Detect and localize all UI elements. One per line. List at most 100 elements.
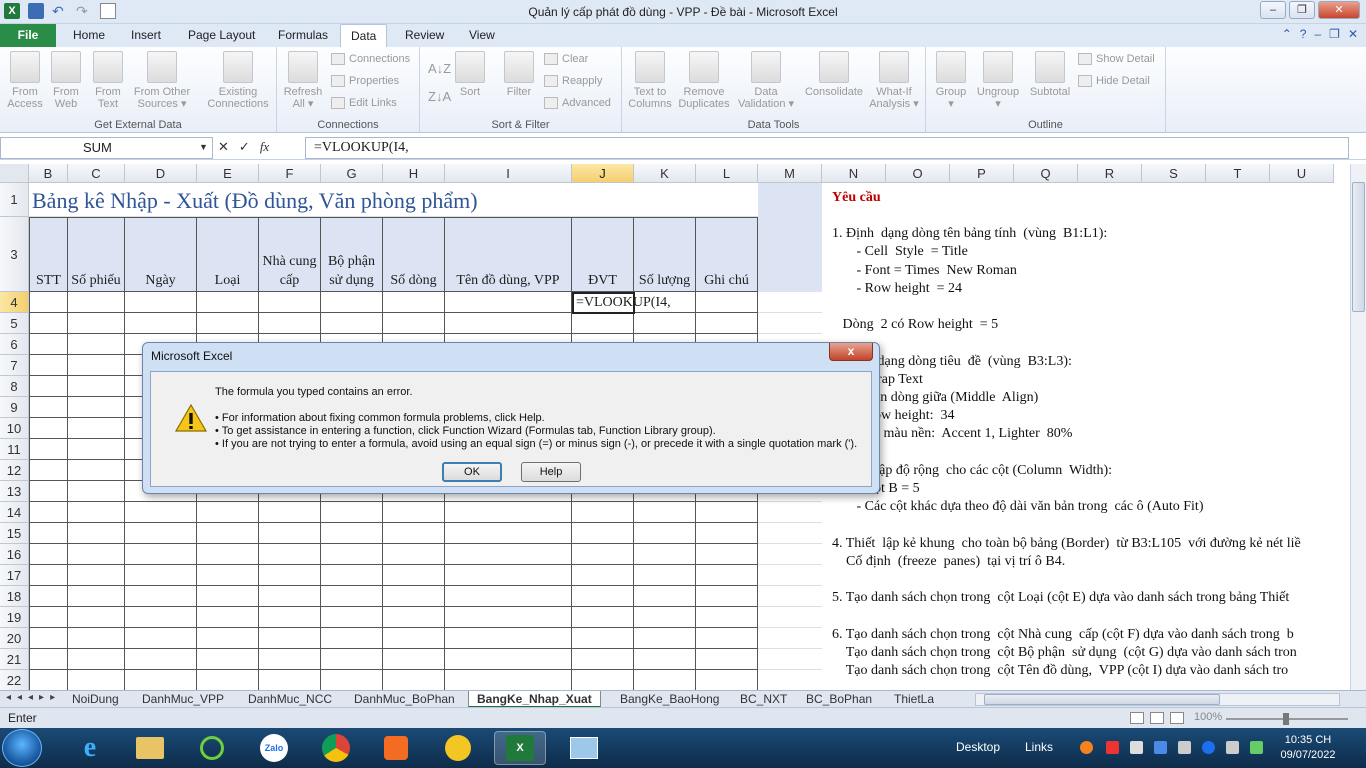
start-button[interactable] xyxy=(2,729,42,767)
table-cell[interactable] xyxy=(259,313,321,334)
table-cell[interactable] xyxy=(696,544,758,565)
table-cell[interactable] xyxy=(321,670,383,690)
table-cell[interactable] xyxy=(696,670,758,690)
table-cell[interactable] xyxy=(68,670,125,690)
help-icon[interactable]: ? xyxy=(1300,27,1307,41)
row-header-15[interactable]: 15 xyxy=(0,523,29,544)
table-cell[interactable] xyxy=(445,544,572,565)
row-header-4[interactable]: 4 xyxy=(0,292,29,313)
table-cell[interactable] xyxy=(29,481,68,502)
row-header-5[interactable]: 5 xyxy=(0,313,29,334)
tray-desktop-toolbar[interactable]: Desktop xyxy=(956,740,1000,754)
zoom-slider-knob[interactable] xyxy=(1283,713,1289,725)
column-header-p[interactable]: P xyxy=(950,164,1014,183)
row-header-13[interactable]: 13 xyxy=(0,481,29,502)
excel-taskbar-icon[interactable]: X xyxy=(494,731,546,765)
sheet-tab-bangke-baohong[interactable]: BangKe_BaoHong xyxy=(612,691,727,708)
table-cell[interactable] xyxy=(68,523,125,544)
table-cell[interactable] xyxy=(68,586,125,607)
normal-view-icon[interactable] xyxy=(1130,712,1144,724)
close-button[interactable]: ✕ xyxy=(1318,1,1360,19)
workbook-minimize-icon[interactable]: – xyxy=(1314,27,1321,41)
table-cell[interactable] xyxy=(634,544,696,565)
requirements-textbox[interactable]: Yêu cầu 1. Định dạng dòng tên bảng tính … xyxy=(822,183,1350,690)
column-header-s[interactable]: S xyxy=(1142,164,1206,183)
enter-entry-icon[interactable]: ✓ xyxy=(239,139,250,155)
table-cell[interactable] xyxy=(634,565,696,586)
table-cell[interactable] xyxy=(572,607,634,628)
table-cell[interactable] xyxy=(445,313,572,334)
table-cell[interactable] xyxy=(445,649,572,670)
ok-button[interactable]: OK xyxy=(442,462,502,482)
table-cell[interactable] xyxy=(29,397,68,418)
table-cell[interactable] xyxy=(383,607,445,628)
table-cell[interactable] xyxy=(321,607,383,628)
table-cell[interactable] xyxy=(125,607,197,628)
cancel-entry-icon[interactable]: ✕ xyxy=(218,139,229,155)
table-cell[interactable] xyxy=(383,523,445,544)
table-cell[interactable] xyxy=(125,292,197,313)
table-cell[interactable] xyxy=(321,502,383,523)
properties-button[interactable]: Properties xyxy=(331,75,399,87)
row-header-9[interactable]: 9 xyxy=(0,397,29,418)
table-cell[interactable] xyxy=(445,607,572,628)
edit-links-button[interactable]: Edit Links xyxy=(331,97,397,109)
table-cell[interactable] xyxy=(125,670,197,690)
table-cell[interactable] xyxy=(383,544,445,565)
table-cell[interactable] xyxy=(29,502,68,523)
table-cell[interactable] xyxy=(259,544,321,565)
column-header-d[interactable]: D xyxy=(125,164,197,183)
what-if-analysis-button[interactable]: What-If Analysis ▾ xyxy=(868,51,920,110)
table-cell[interactable] xyxy=(696,292,758,313)
column-header-b[interactable]: B xyxy=(29,164,68,183)
table-cell[interactable] xyxy=(197,586,259,607)
table-cell[interactable] xyxy=(696,523,758,544)
table-cell[interactable] xyxy=(696,649,758,670)
table-cell[interactable] xyxy=(572,502,634,523)
table-cell[interactable] xyxy=(259,502,321,523)
table-cell[interactable] xyxy=(634,628,696,649)
table-cell[interactable] xyxy=(572,586,634,607)
minimize-button[interactable]: – xyxy=(1260,1,1286,19)
table-cell[interactable] xyxy=(125,523,197,544)
select-all-corner[interactable] xyxy=(0,164,29,183)
name-box-dropdown-icon[interactable]: ▼ xyxy=(199,142,208,152)
from-text-button[interactable]: From Text xyxy=(90,51,126,110)
table-header-cell[interactable]: Loại xyxy=(197,217,259,292)
table-cell[interactable] xyxy=(68,502,125,523)
usb-icon[interactable] xyxy=(1130,741,1143,754)
refresh-all-button[interactable]: Refresh All ▾ xyxy=(283,51,323,110)
page-layout-view-icon[interactable] xyxy=(1150,712,1164,724)
reapply-button[interactable]: Reapply xyxy=(544,75,602,87)
restore-button[interactable]: ❐ xyxy=(1289,1,1315,19)
column-header-t[interactable]: T xyxy=(1206,164,1270,183)
insert-function-icon[interactable]: fx xyxy=(260,139,269,155)
table-cell[interactable] xyxy=(634,607,696,628)
file-explorer-icon[interactable] xyxy=(124,731,176,765)
zoom-level[interactable]: 100% xyxy=(1194,711,1222,723)
sheet-tab-bc-nxt[interactable]: BC_NXT xyxy=(732,691,795,708)
sheet-tab-noidung[interactable]: NoiDung xyxy=(64,691,127,708)
table-header-cell[interactable]: STT xyxy=(29,217,68,292)
table-header-cell[interactable]: Nhà cung cấp xyxy=(259,217,321,292)
row-header-3[interactable]: 3 xyxy=(0,217,29,292)
table-header-cell[interactable]: Tên đồ dùng, VPP xyxy=(445,217,572,292)
tab-insert[interactable]: Insert xyxy=(131,28,161,42)
row-header-22[interactable]: 22 xyxy=(0,670,29,690)
table-cell[interactable] xyxy=(696,313,758,334)
table-cell[interactable] xyxy=(125,313,197,334)
table-cell[interactable] xyxy=(125,586,197,607)
show-detail-button[interactable]: Show Detail xyxy=(1078,53,1155,65)
control-panel-icon[interactable] xyxy=(558,731,610,765)
table-cell[interactable] xyxy=(29,544,68,565)
workbook-close-icon[interactable]: ✕ xyxy=(1348,27,1358,41)
row-header-12[interactable]: 12 xyxy=(0,460,29,481)
table-cell[interactable] xyxy=(383,502,445,523)
table-cell[interactable] xyxy=(68,628,125,649)
filter-button[interactable]: Filter xyxy=(502,51,536,98)
column-header-j[interactable]: J xyxy=(572,164,634,183)
table-cell[interactable] xyxy=(321,292,383,313)
column-header-f[interactable]: F xyxy=(259,164,321,183)
column-header-o[interactable]: O xyxy=(886,164,950,183)
table-cell[interactable] xyxy=(696,565,758,586)
